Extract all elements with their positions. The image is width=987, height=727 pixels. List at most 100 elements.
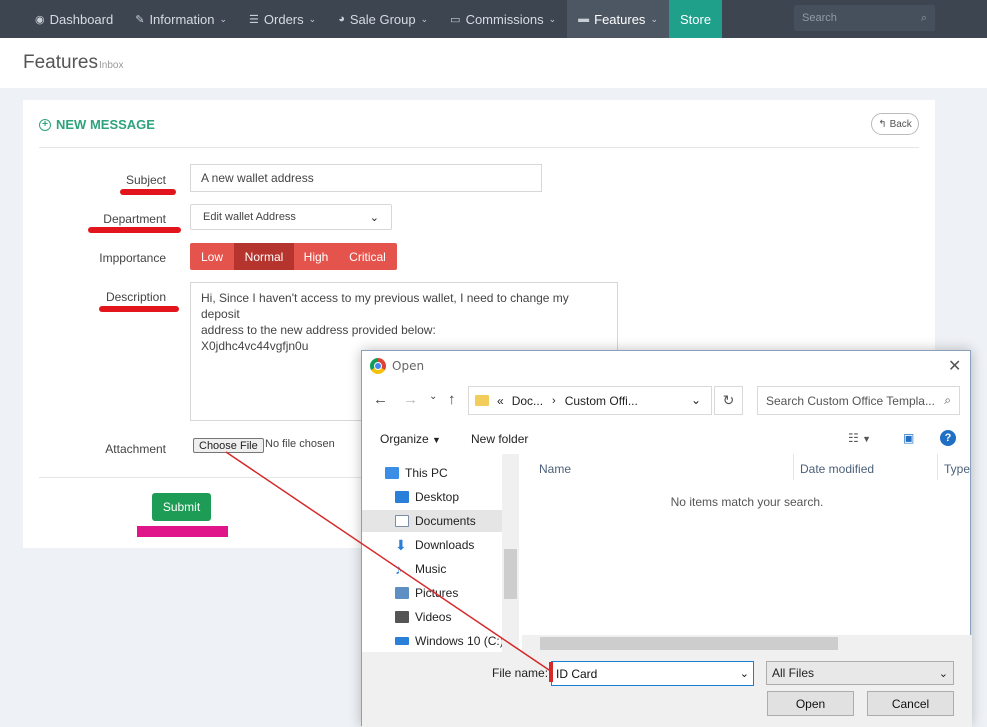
- subject-field[interactable]: A new wallet address: [190, 164, 542, 192]
- desktop-icon: [395, 491, 409, 503]
- divider: [39, 147, 919, 148]
- back-arrow-icon[interactable]: ←: [373, 391, 388, 408]
- column-date-modified[interactable]: Date modified: [800, 454, 874, 484]
- nav-features[interactable]: ▬ Features ⌄: [567, 0, 669, 38]
- downloads-icon: ⬇: [395, 537, 407, 553]
- tree-item-documents[interactable]: Documents: [362, 510, 502, 532]
- tree-label: Videos: [415, 610, 452, 624]
- videos-icon: [395, 611, 409, 623]
- attachment-label: Attachment: [105, 442, 166, 456]
- edit-icon: ✎: [135, 13, 145, 26]
- dashboard-icon: ◉: [35, 13, 45, 26]
- no-file-status: No file chosen: [265, 438, 335, 450]
- nav-label: Dashboard: [49, 11, 114, 27]
- dialog-title: Open: [392, 359, 425, 373]
- empty-state-message: No items match your search.: [670, 495, 824, 509]
- description-line: address to the new address provided belo…: [201, 323, 436, 337]
- refresh-button[interactable]: ↻: [714, 386, 743, 415]
- help-icon[interactable]: ?: [940, 430, 956, 446]
- tree-item-windows-drive[interactable]: Windows 10 (C:): [395, 630, 513, 652]
- computer-icon: [385, 467, 399, 479]
- nav-label: Orders: [263, 11, 304, 27]
- choose-file-button[interactable]: Choose File: [193, 438, 264, 453]
- nav-sale-group[interactable]: ◕ Sale Group ⌄: [327, 0, 439, 38]
- cancel-button[interactable]: Cancel: [867, 691, 954, 716]
- organize-label: Organize: [380, 432, 429, 446]
- column-name[interactable]: Name: [539, 454, 571, 484]
- back-arrow-icon: ↰: [878, 118, 887, 130]
- importance-critical-button[interactable]: Critical: [338, 243, 397, 270]
- file-name-value: ID Card: [556, 666, 598, 681]
- tree-item-music[interactable]: ♪ Music: [395, 558, 513, 580]
- subject-annotation-underline: [120, 189, 176, 195]
- search-placeholder: Search: [802, 12, 837, 24]
- drive-icon: [395, 637, 409, 645]
- organize-button[interactable]: Organize ▼: [380, 432, 441, 446]
- tree-item-downloads[interactable]: ⬇ Downloads: [395, 534, 513, 556]
- chevron-down-icon: ⌄: [650, 13, 658, 24]
- music-icon: ♪: [395, 561, 402, 577]
- description-line: Hi, Since I haven't access to my previou…: [201, 291, 569, 321]
- dialog-search-input[interactable]: Search Custom Office Templa... ⌕: [757, 386, 960, 415]
- description-label: Description: [105, 290, 166, 304]
- address-segment[interactable]: Custom Offi...: [565, 394, 638, 408]
- up-arrow-icon[interactable]: ↑: [448, 391, 456, 408]
- file-type-select[interactable]: All Files ⌄: [766, 661, 954, 685]
- search-icon: ⌕: [944, 393, 951, 407]
- top-navbar: ◉ Dashboard ✎ Information ⌄ ☰ Orders ⌄ ◕…: [0, 0, 987, 38]
- new-folder-button[interactable]: New folder: [471, 432, 528, 446]
- tree-item-pictures[interactable]: Pictures: [395, 582, 513, 604]
- pictures-icon: [395, 587, 409, 599]
- description-annotation-underline: [99, 306, 179, 312]
- back-button[interactable]: ↰ Back: [871, 113, 919, 135]
- nav-commissions[interactable]: ▭ Commissions ⌄: [439, 0, 567, 38]
- nav-store[interactable]: Store: [668, 0, 723, 38]
- tree-item-videos[interactable]: Videos: [395, 606, 513, 628]
- importance-high-button[interactable]: High: [294, 243, 338, 270]
- page-header: Features Inbox: [0, 38, 987, 88]
- address-chevrons: «: [497, 393, 504, 408]
- recent-locations-chevron-icon[interactable]: ⌄: [429, 391, 437, 402]
- department-select[interactable]: Edit wallet Address ⌄: [190, 204, 392, 230]
- scrollbar-thumb[interactable]: [504, 549, 517, 599]
- nav-label: Sale Group: [349, 11, 416, 27]
- nav-dashboard[interactable]: ◉ Dashboard: [0, 0, 124, 38]
- column-type[interactable]: Type: [944, 454, 970, 484]
- page-subtitle: Inbox: [99, 60, 124, 71]
- tree-item-desktop[interactable]: Desktop: [395, 486, 513, 508]
- preview-pane-icon[interactable]: ▣: [903, 431, 914, 445]
- tree-item-this-pc[interactable]: This PC: [385, 462, 503, 484]
- chevron-down-icon: ⌄: [420, 13, 429, 24]
- open-button[interactable]: Open: [767, 691, 854, 716]
- importance-low-button[interactable]: Low: [190, 243, 234, 270]
- tree-label: Documents: [415, 514, 476, 528]
- address-segment[interactable]: Doc...: [512, 394, 543, 408]
- importance-normal-button[interactable]: Normal: [234, 243, 294, 270]
- chevron-down-icon[interactable]: ⌄: [691, 393, 701, 407]
- chevron-down-icon: ⌄: [369, 211, 379, 224]
- chrome-logo-icon: [370, 358, 386, 374]
- tree-label: This PC: [405, 466, 448, 480]
- scrollbar-thumb[interactable]: [540, 637, 838, 650]
- forward-arrow-icon[interactable]: →: [403, 391, 418, 408]
- department-value: Edit wallet Address: [203, 211, 296, 223]
- dialog-titlebar: Open: [370, 358, 424, 374]
- department-label: Department: [103, 212, 166, 226]
- chevron-down-icon: ▼: [432, 435, 441, 445]
- address-bar[interactable]: « Doc... › Custom Offi... ⌄: [468, 386, 712, 415]
- card-title: + NEW MESSAGE: [39, 117, 155, 132]
- navigation-pane: This PC Desktop Documents ⬇ Downloads ♪ …: [362, 454, 519, 652]
- submit-button[interactable]: Submit: [152, 493, 211, 521]
- chevron-down-icon[interactable]: ⌄: [740, 667, 749, 680]
- view-options-icon[interactable]: ☷ ▼: [848, 431, 871, 445]
- search-input[interactable]: Search ⌕: [794, 5, 935, 31]
- nav-orders[interactable]: ☰ Orders ⌄: [238, 0, 327, 38]
- importance-toggle-group: Low Normal High Critical: [190, 243, 397, 270]
- file-name-input[interactable]: ID Card ⌄: [551, 661, 754, 686]
- close-icon[interactable]: ✕: [948, 356, 961, 376]
- chevron-down-icon: ⌄: [308, 13, 317, 24]
- page-title: Features: [23, 52, 98, 73]
- laptop-icon: ▭: [450, 13, 461, 26]
- nav-information[interactable]: ✎ Information ⌄: [124, 0, 238, 38]
- documents-icon: [395, 515, 409, 527]
